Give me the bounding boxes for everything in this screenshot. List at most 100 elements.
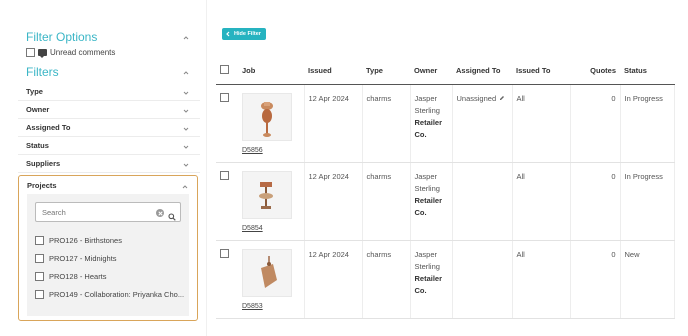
- status-cell: In Progress: [620, 162, 675, 241]
- projects-list-container: PRO126 - Birthstones PRO127 - Midnights …: [27, 194, 189, 316]
- job-cell: D5856: [238, 84, 305, 163]
- issued-cell: 12 Apr 2024: [304, 84, 363, 163]
- col-quotes[interactable]: Quotes: [570, 58, 620, 85]
- filter-type[interactable]: Type: [18, 83, 200, 101]
- filter-suppliers[interactable]: Suppliers: [18, 155, 200, 173]
- select-all-checkbox[interactable]: [220, 65, 229, 75]
- chevron-left-icon: [225, 31, 231, 37]
- issued-to-cell: All: [512, 240, 571, 319]
- assigned-cell: [452, 240, 513, 319]
- assigned-cell: Unassigned: [452, 84, 513, 163]
- issued-cell: 12 Apr 2024: [304, 240, 363, 319]
- job-link[interactable]: D5856: [242, 147, 263, 154]
- issued-to-cell: All: [512, 162, 571, 241]
- col-type[interactable]: Type: [362, 58, 410, 85]
- issued-cell: 12 Apr 2024: [304, 162, 363, 241]
- filter-label: Type: [26, 87, 43, 96]
- col-status[interactable]: Status: [620, 58, 674, 85]
- row-select-cell: [216, 162, 238, 241]
- clear-icon[interactable]: [156, 209, 164, 217]
- projects-label: Projects: [27, 181, 57, 190]
- chevron-down-icon: [182, 107, 190, 115]
- chevron-up-icon[interactable]: [181, 183, 189, 191]
- job-link[interactable]: D5854: [242, 225, 263, 232]
- filter-label: Owner: [26, 105, 50, 114]
- quotes-cell: 0: [570, 240, 621, 319]
- row-select-cell: [216, 84, 238, 163]
- projects-search-input[interactable]: [42, 206, 142, 219]
- unread-label: Unread comments: [50, 48, 116, 57]
- chevron-down-icon: [182, 161, 190, 169]
- filter-owner[interactable]: Owner: [18, 101, 200, 119]
- issued-to-cell: All: [512, 84, 571, 163]
- owner-cell: Jasper Sterling Retailer Co.: [410, 162, 453, 241]
- assigned-value: Unassigned: [456, 93, 497, 103]
- projects-search-box: [35, 202, 181, 222]
- filters-title: Filters: [26, 65, 59, 79]
- jobs-main: Hide Filter Job Issued Type Owner Assign…: [210, 14, 675, 336]
- filter-label: Suppliers: [26, 159, 61, 168]
- row-checkbox[interactable]: [220, 92, 229, 102]
- select-all-header: [216, 58, 238, 85]
- col-job[interactable]: Job: [238, 58, 304, 85]
- project-option[interactable]: PRO149 - Collaboration: Priyanka Cho...: [35, 290, 185, 299]
- filter-options-title: Filter Options: [26, 30, 98, 44]
- chevron-down-icon: [182, 89, 190, 97]
- jobs-table: Job Issued Type Owner Assigned To Issued…: [216, 58, 675, 319]
- project-label: PRO149 - Collaboration: Priyanka Cho...: [49, 290, 185, 299]
- owner-company: Retailer Co.: [414, 273, 443, 295]
- project-option[interactable]: PRO126 - Birthstones: [35, 236, 185, 245]
- col-owner[interactable]: Owner: [410, 58, 452, 85]
- table-row[interactable]: D5853 12 Apr 2024 charms Jasper Sterling…: [216, 240, 675, 319]
- projects-filter-panel: Projects PRO126 - Birthstones PRO127 - M…: [18, 175, 198, 321]
- pencil-icon[interactable]: [499, 93, 505, 100]
- search-icon[interactable]: [168, 208, 176, 221]
- table-header-row: Job Issued Type Owner Assigned To Issued…: [216, 58, 674, 85]
- project-checkbox[interactable]: [35, 272, 44, 281]
- owner-name: Jasper Sterling: [414, 93, 440, 115]
- row-checkbox[interactable]: [220, 248, 229, 258]
- quotes-cell: 0: [570, 84, 621, 163]
- job-thumbnail[interactable]: [242, 248, 292, 297]
- row-select-cell: [216, 240, 238, 319]
- owner-cell: Jasper Sterling Retailer Co.: [410, 84, 453, 163]
- chevron-down-icon: [182, 143, 190, 151]
- job-cell: D5853: [238, 240, 305, 319]
- owner-company: Retailer Co.: [414, 117, 443, 139]
- job-thumbnail[interactable]: [242, 92, 292, 141]
- project-checkbox[interactable]: [35, 290, 44, 299]
- job-cell: D5854: [238, 162, 305, 241]
- job-link[interactable]: D5853: [242, 303, 263, 310]
- job-thumbnail[interactable]: [242, 170, 292, 219]
- project-option[interactable]: PRO127 - Midnights: [35, 254, 185, 263]
- unread-comments-option[interactable]: Unread comments: [26, 48, 116, 58]
- assigned-cell: [452, 162, 513, 241]
- owner-cell: Jasper Sterling Retailer Co.: [410, 240, 453, 319]
- filter-status[interactable]: Status: [18, 137, 200, 155]
- comment-icon: [38, 49, 47, 58]
- project-label: PRO126 - Birthstones: [49, 236, 122, 245]
- type-cell: charms: [362, 84, 411, 163]
- status-cell: In Progress: [620, 84, 675, 163]
- panel-divider: [206, 0, 207, 336]
- owner-name: Jasper Sterling: [414, 249, 440, 271]
- unread-checkbox[interactable]: [26, 48, 35, 57]
- chevron-up-icon[interactable]: [182, 34, 190, 42]
- type-cell: charms: [362, 162, 411, 241]
- chevron-down-icon: [182, 125, 190, 133]
- project-option[interactable]: PRO128 - Hearts: [35, 272, 185, 281]
- filter-label: Status: [26, 141, 49, 150]
- filter-assigned-to[interactable]: Assigned To: [18, 119, 200, 137]
- table-row[interactable]: D5856 12 Apr 2024 charms Jasper Sterling…: [216, 84, 675, 163]
- col-issued[interactable]: Issued: [304, 58, 362, 85]
- row-checkbox[interactable]: [220, 170, 229, 180]
- project-checkbox[interactable]: [35, 254, 44, 263]
- table-row[interactable]: D5854 12 Apr 2024 charms Jasper Sterling…: [216, 162, 675, 241]
- chevron-up-icon[interactable]: [182, 69, 190, 77]
- hide-filter-button[interactable]: Hide Filter: [222, 28, 266, 40]
- project-checkbox[interactable]: [35, 236, 44, 245]
- col-assigned-to[interactable]: Assigned To: [452, 58, 512, 85]
- col-issued-to[interactable]: Issued To: [512, 58, 570, 85]
- type-cell: charms: [362, 240, 411, 319]
- quotes-cell: 0: [570, 162, 621, 241]
